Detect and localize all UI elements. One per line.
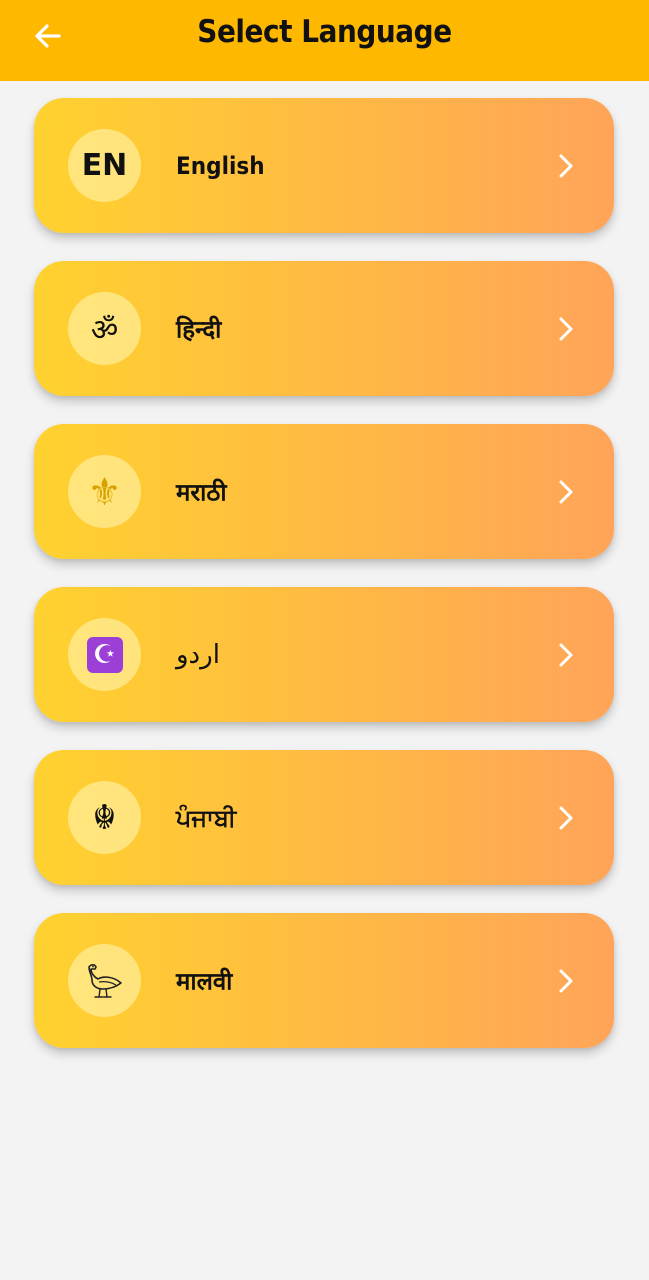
- app-bar: Select Language: [0, 0, 649, 81]
- language-item-urdu[interactable]: ☪ اردو: [34, 587, 614, 722]
- chevron-right-icon: [559, 969, 573, 992]
- om-glyph: ॐ: [90, 313, 119, 348]
- page-title: Select Language: [197, 14, 452, 50]
- bird-icon: [68, 944, 141, 1017]
- language-list: EN English ॐ हिन्दी ⚜ मराठी ☪ اردو ☬ ਪੰਜ…: [34, 98, 614, 1076]
- en-badge-icon: EN: [68, 129, 141, 202]
- khanda-glyph: ☬: [92, 797, 117, 838]
- fleur-de-lis-icon: ⚜: [68, 455, 141, 528]
- en-badge-text: EN: [81, 148, 128, 183]
- language-label: اردو: [176, 639, 220, 670]
- crescent-star-icon: ☪: [68, 618, 141, 691]
- om-icon: ॐ: [68, 292, 141, 365]
- language-item-hindi[interactable]: ॐ हिन्दी: [34, 261, 614, 396]
- chevron-right-icon: [559, 480, 573, 503]
- bird-drawing: [87, 963, 122, 998]
- language-label: मालवी: [176, 967, 233, 995]
- crescent-star-box: ☪: [86, 636, 123, 673]
- fleur-de-lis-glyph: ⚜: [87, 469, 122, 514]
- language-item-malvi[interactable]: मालवी: [34, 913, 614, 1048]
- language-label: ਪੰਜਾਬੀ: [176, 803, 237, 832]
- chevron-right-icon: [559, 643, 573, 666]
- chevron-right-icon: [559, 154, 573, 177]
- language-item-english[interactable]: EN English: [34, 98, 614, 233]
- language-item-punjabi[interactable]: ☬ ਪੰਜਾਬੀ: [34, 750, 614, 885]
- language-label: हिन्दी: [176, 315, 222, 343]
- chevron-right-icon: [559, 317, 573, 340]
- language-label: मराठी: [176, 478, 227, 506]
- crescent-star-glyph: ☪: [92, 639, 117, 670]
- language-label: English: [176, 151, 265, 180]
- khanda-icon: ☬: [68, 781, 141, 854]
- language-item-marathi[interactable]: ⚜ मराठी: [34, 424, 614, 559]
- chevron-right-icon: [559, 806, 573, 829]
